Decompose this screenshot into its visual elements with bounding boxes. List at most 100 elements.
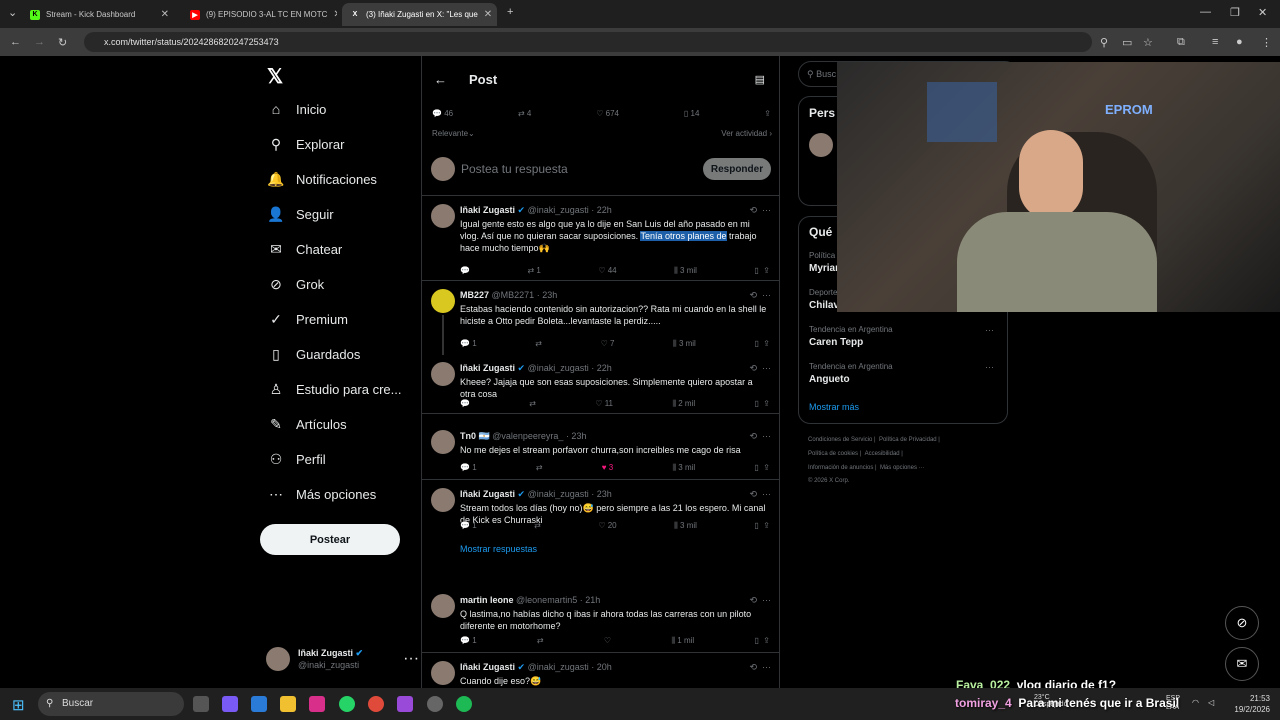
footer-link[interactable]: Información de anuncios | Más opciones ·… xyxy=(808,465,925,471)
sidebar-item-inicio[interactable]: ⌂ Inicio xyxy=(268,101,327,117)
language-indicator[interactable]: ESP LAA xyxy=(1166,694,1180,712)
bookmark-icon[interactable]: ▯ ⇪ xyxy=(754,339,770,349)
avatar[interactable] xyxy=(809,133,833,157)
sidebar-item-grok[interactable]: ⊘ Grok xyxy=(268,276,324,292)
repost-icon[interactable]: ⇄ xyxy=(534,521,541,531)
reply-icon[interactable]: 💬 xyxy=(460,266,470,276)
whatsapp-icon[interactable] xyxy=(339,696,355,712)
avatar[interactable] xyxy=(431,488,455,512)
views-icon[interactable]: ⫼ 2 mil xyxy=(672,399,695,409)
close-tab-icon[interactable]: ✕ xyxy=(161,9,169,20)
tab-list-icon[interactable]: ⌄ xyxy=(8,6,17,19)
bookmark-icon[interactable]: ▯ ⇪ xyxy=(754,521,770,531)
bookmark-icon[interactable]: ▯ ⇪ xyxy=(754,399,770,409)
close-window-icon[interactable]: ✕ xyxy=(1258,6,1267,19)
reply-item[interactable]: MB227 @MB2271 · 23h ⟲ ··· Estabas haciendo… xyxy=(422,281,779,355)
reply-button[interactable]: Responder xyxy=(703,158,771,180)
grok-fab-icon[interactable]: ⊘ xyxy=(1225,606,1259,640)
trend-item[interactable]: Tendencia en Argentina Caren Tepp xyxy=(809,325,893,348)
clock[interactable]: 21:53 19/2/2026 xyxy=(1228,693,1270,715)
taskbar-search[interactable]: ⚲ Buscar xyxy=(38,692,184,716)
reply-icon[interactable]: 💬 1 xyxy=(460,339,477,349)
more-icon[interactable]: ··· xyxy=(403,650,419,668)
windows-start-icon[interactable]: ⊞ xyxy=(12,696,25,714)
repost-icon[interactable]: ⇄ xyxy=(529,399,536,409)
sidebar-item-explorar[interactable]: ⚲ Explorar xyxy=(268,136,345,152)
reply-icon[interactable]: 💬 xyxy=(460,399,470,409)
avatar[interactable] xyxy=(431,204,455,228)
url-field[interactable]: x.com/twitter/status/2024286820247253473 xyxy=(84,32,1092,52)
share-icon[interactable]: ⇪ xyxy=(764,109,771,118)
sidebar-item-premium[interactable]: ✓ Premium xyxy=(268,311,348,327)
reading-list-icon[interactable]: ≡ xyxy=(1212,36,1218,48)
like-icon[interactable]: ♡ xyxy=(604,636,611,646)
minimize-icon[interactable]: — xyxy=(1200,6,1211,18)
repost-icon[interactable]: ⇄ xyxy=(535,339,542,349)
sidebar-item-artículos[interactable]: ✎ Artículos xyxy=(268,416,346,432)
reply-icon[interactable]: 💬 1 xyxy=(460,463,477,473)
footer-link[interactable]: Política de cookies | Accesibilidad | xyxy=(808,451,903,457)
zoom-icon[interactable]: ⚲ xyxy=(1100,36,1108,49)
sidebar-item-chatear[interactable]: ✉ Chatear xyxy=(268,241,342,257)
sidebar-item-guardados[interactable]: ▯ Guardados xyxy=(268,346,360,362)
trend-item[interactable]: Tendencia en Argentina Angueto xyxy=(809,362,893,385)
back-arrow-icon[interactable]: ← xyxy=(434,72,447,87)
avatar[interactable] xyxy=(431,362,455,386)
views-icon[interactable]: ⫼ 3 mil xyxy=(673,339,696,349)
bookmark-icon[interactable]: ▯ ⇪ xyxy=(754,636,770,646)
reply-item[interactable]: Iñaki Zugasti ✔ @inaki_zugasti · 22h ⟲ ··… xyxy=(422,196,779,281)
new-tab-icon[interactable]: + xyxy=(507,6,513,18)
views-icon[interactable]: ⫼ 3 mil xyxy=(674,521,697,531)
extensions-icon[interactable]: ⧉ xyxy=(1177,36,1185,49)
reply-item[interactable]: martin leone @leonemartin5 · 21h ⟲ ··· Q l… xyxy=(422,586,779,653)
reply-item[interactable]: Iñaki Zugasti ✔ @inaki_zugasti · 23h ⟲ ··… xyxy=(422,480,779,568)
repost-icon[interactable]: ⇄ xyxy=(536,463,543,473)
messages-fab-icon[interactable]: ✉ xyxy=(1225,647,1259,681)
more-icon[interactable]: ⟲ ··· xyxy=(749,595,771,606)
more-icon[interactable]: ⟲ ··· xyxy=(749,363,771,374)
repost-icon[interactable]: ⇄ 1 xyxy=(527,266,540,276)
star-icon[interactable]: ☆ xyxy=(1143,36,1153,49)
reply-count[interactable]: 💬 46 xyxy=(432,109,453,118)
bookmark-icon[interactable]: ▯ ⇪ xyxy=(754,266,770,276)
more-icon[interactable]: ⟲ ··· xyxy=(749,662,771,673)
sort-dropdown[interactable]: Relevante⌄ xyxy=(432,129,475,138)
sidebar-item-estudio-para-cre[interactable]: ♙ Estudio para cre... xyxy=(268,381,402,397)
reply-item[interactable]: Tn0 🇦🇷 @valenpeereyra_ · 23h ⟲ ··· No me d… xyxy=(422,422,779,480)
more-icon[interactable]: ⟲ ··· xyxy=(749,290,771,301)
close-tab-icon[interactable]: ✕ xyxy=(484,9,492,20)
repost-icon[interactable]: ⇄ xyxy=(537,636,544,646)
bookmark-icon[interactable]: ▯ ⇪ xyxy=(754,463,770,473)
like-icon[interactable]: ♡ 44 xyxy=(598,266,616,276)
reply-icon[interactable]: 💬 1 xyxy=(460,636,477,646)
bookmark-count[interactable]: ▯ 14 xyxy=(684,109,700,118)
views-icon[interactable]: ⫼ 3 mil xyxy=(674,266,697,276)
views-icon[interactable]: ⫼ 1 mil xyxy=(671,636,694,646)
more-icon[interactable]: ⟲ ··· xyxy=(749,205,771,216)
cast-icon[interactable]: ▭ xyxy=(1122,36,1132,49)
reload-icon[interactable]: ↻ xyxy=(58,36,67,49)
spotify-icon[interactable] xyxy=(456,696,472,712)
like-icon[interactable]: ♡ 11 xyxy=(595,399,613,409)
like-icon[interactable]: ♡ 20 xyxy=(598,521,616,531)
sidebar-item-más-opciones[interactable]: ⋯ Más opciones xyxy=(268,486,376,502)
volume-icon[interactable]: ◁ xyxy=(1208,698,1214,707)
avatar[interactable] xyxy=(431,430,455,454)
back-icon[interactable]: ← xyxy=(10,36,21,48)
forward-icon[interactable]: → xyxy=(34,36,45,48)
like-icon[interactable]: ♥ 3 xyxy=(602,463,613,473)
like-count[interactable]: ♡ 674 xyxy=(596,109,619,118)
copilot-icon[interactable] xyxy=(222,696,238,712)
avatar[interactable] xyxy=(431,661,455,685)
footer-link[interactable]: Condiciones de Servicio | Política de Pr… xyxy=(808,437,940,443)
task-view-icon[interactable] xyxy=(193,696,209,712)
trend-item[interactable]: Deporte Chilav xyxy=(809,288,839,311)
account-switcher[interactable]: Iñaki Zugasti ✔ @inaki_zugasti ··· xyxy=(266,647,419,671)
views-icon[interactable]: ⫼ 3 mil xyxy=(672,463,695,473)
sidebar-item-notificaciones[interactable]: 🔔 Notificaciones xyxy=(267,171,377,187)
avatar[interactable] xyxy=(431,594,455,618)
obs-icon[interactable] xyxy=(397,696,413,712)
show-replies-link[interactable]: Mostrar respuestas xyxy=(460,544,537,554)
maximize-icon[interactable]: ❐ xyxy=(1230,6,1240,19)
app-icon[interactable] xyxy=(427,696,443,712)
